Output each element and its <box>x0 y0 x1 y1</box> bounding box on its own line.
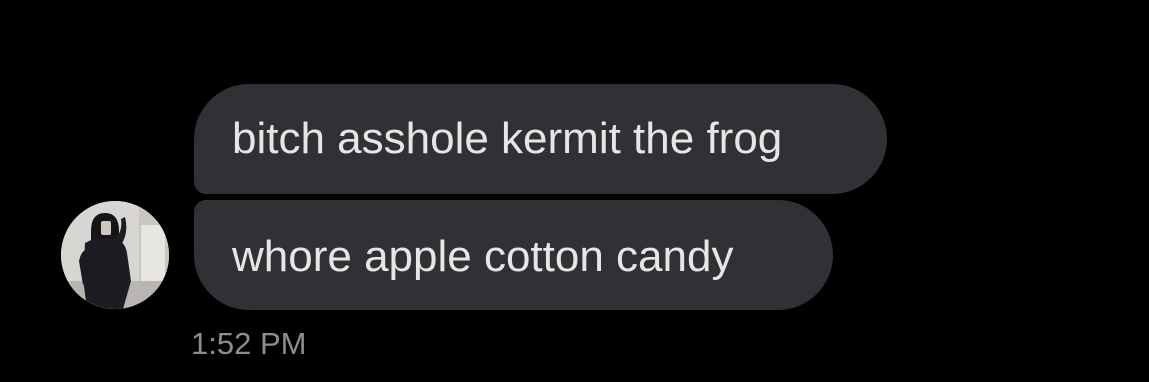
message-text: bitch asshole kermit the frog <box>232 114 783 163</box>
message-bubble[interactable]: bitch asshole kermit the frog <box>194 84 887 194</box>
message-thread: bitch asshole kermit the frog whore appl… <box>0 0 1149 382</box>
profile-photo-icon <box>61 201 169 309</box>
sender-avatar[interactable] <box>61 201 169 309</box>
message-text: whore apple cotton candy <box>232 232 734 281</box>
message-bubble[interactable]: whore apple cotton candy <box>194 200 833 310</box>
message-timestamp: 1:52 PM <box>191 326 307 361</box>
